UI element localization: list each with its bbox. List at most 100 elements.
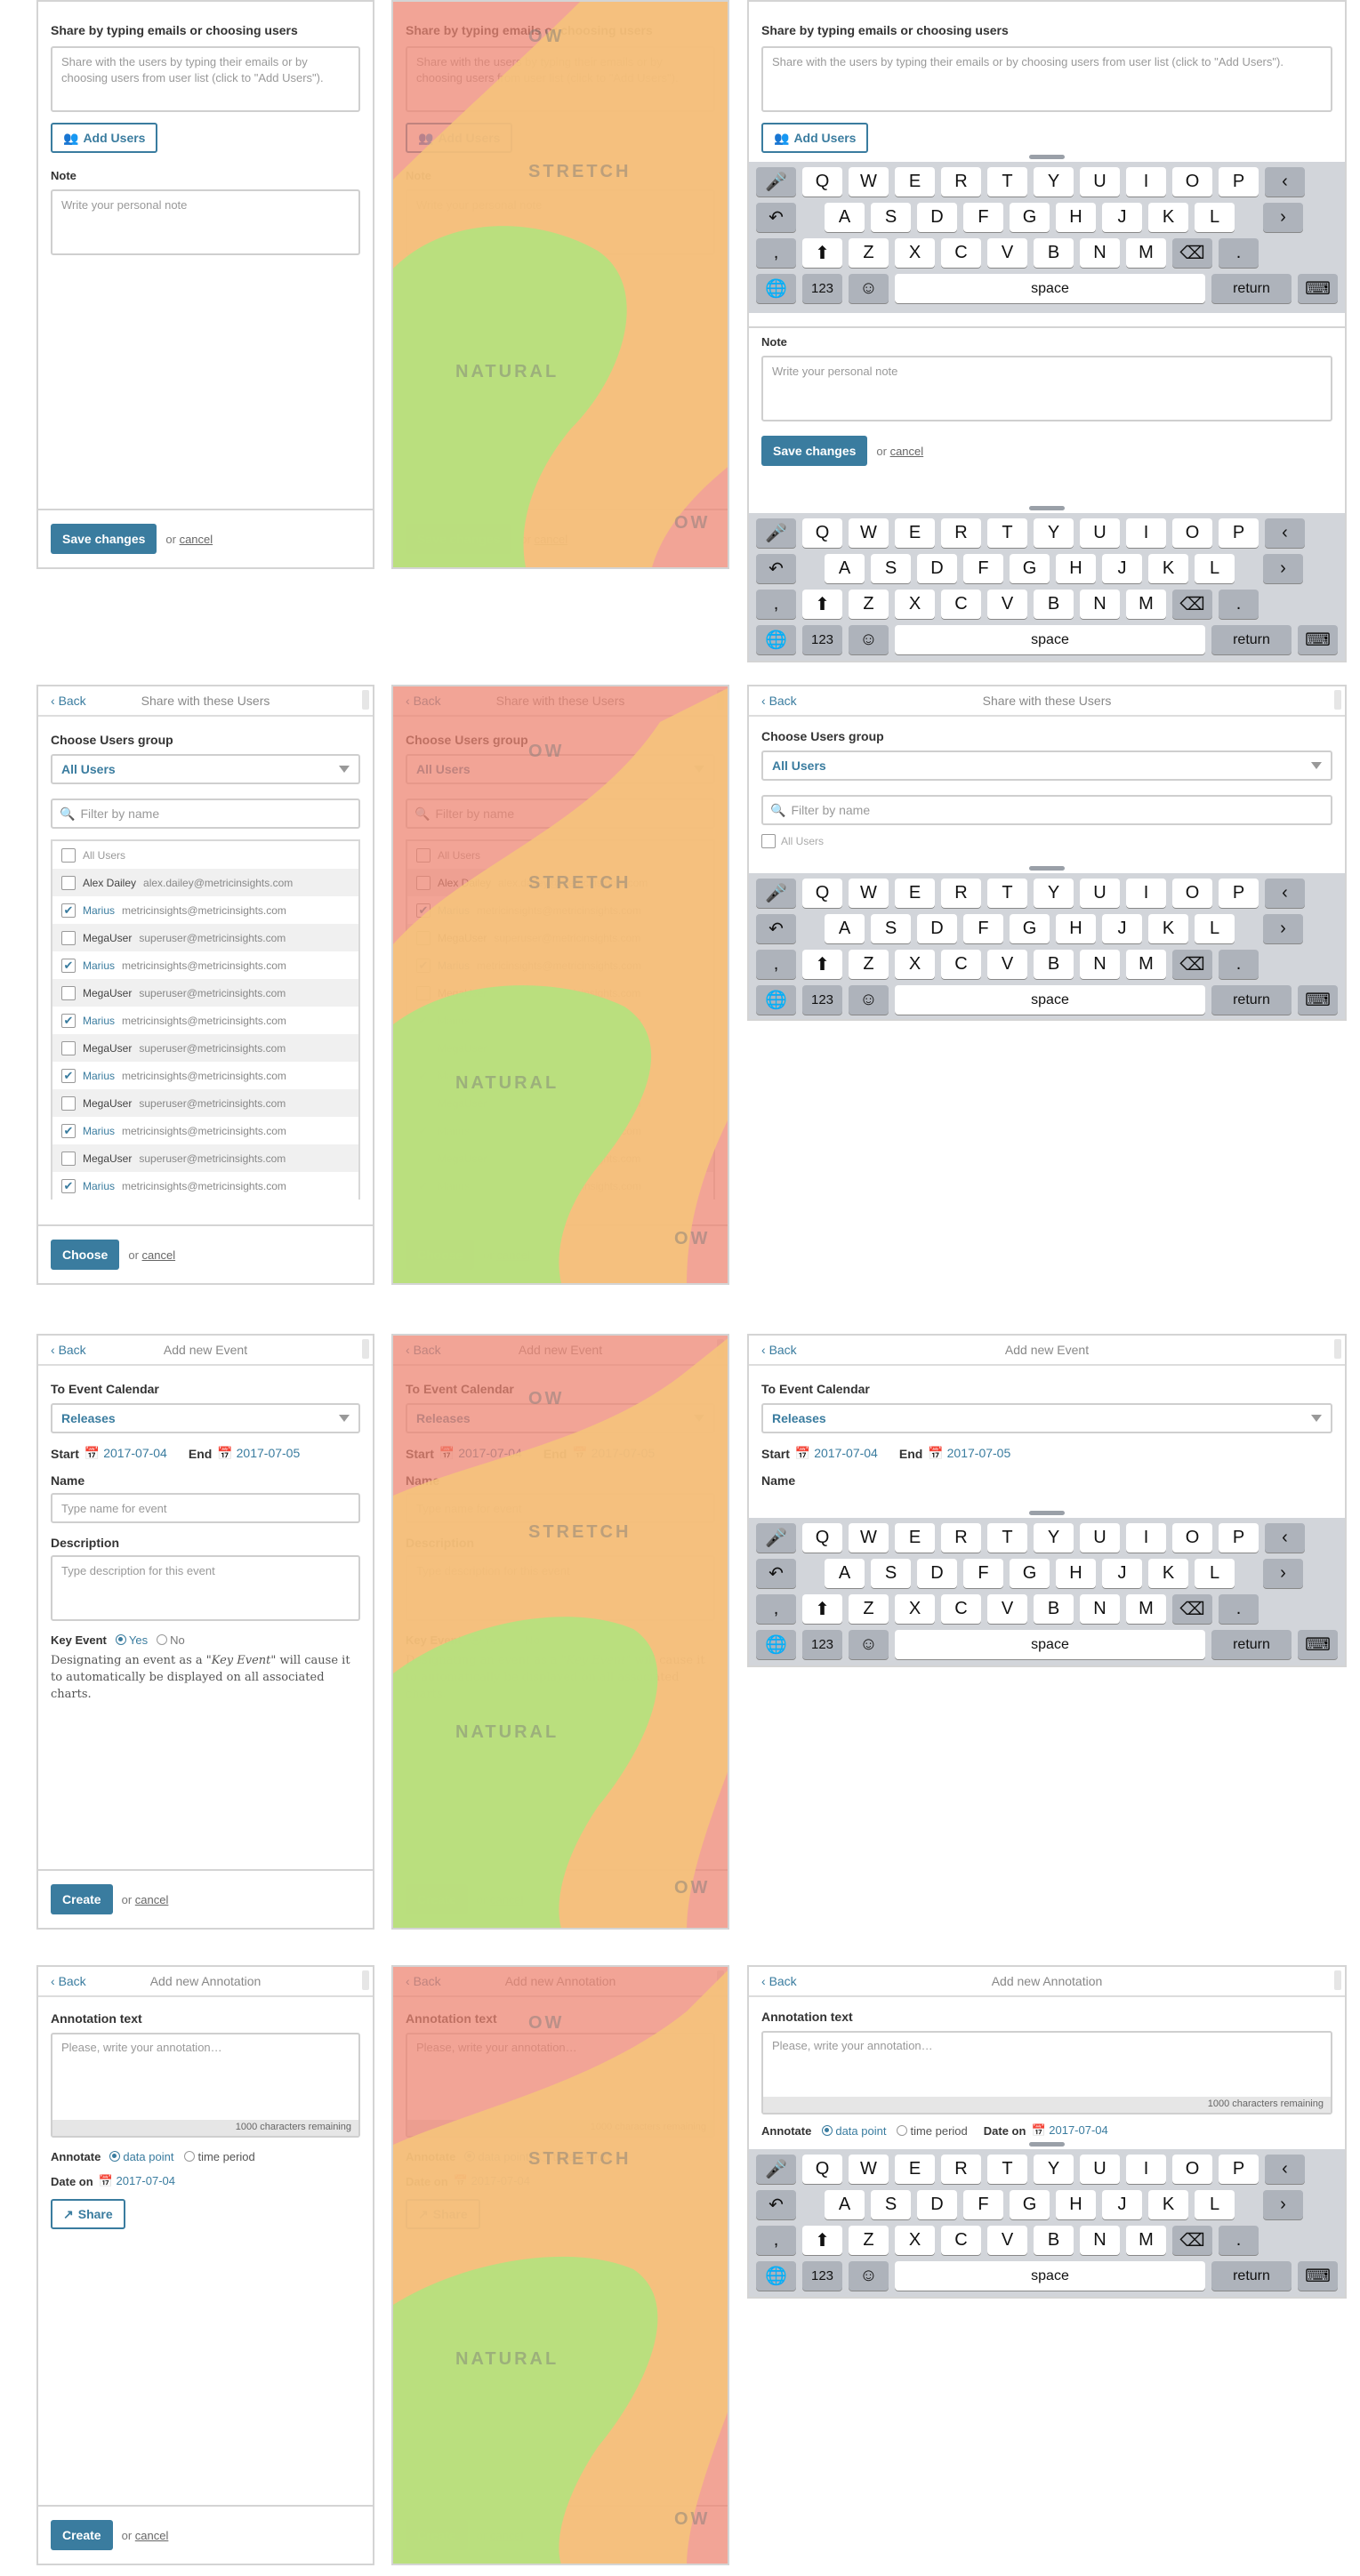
shift-key[interactable]: ⬆ <box>802 950 842 979</box>
key-c[interactable]: C <box>941 950 981 979</box>
key-o[interactable]: O <box>1172 518 1212 548</box>
key-a[interactable]: A <box>825 914 865 943</box>
key-n[interactable]: N <box>1080 238 1120 268</box>
cancel-link[interactable]: cancel <box>535 533 568 546</box>
key-u[interactable]: U <box>1080 518 1120 548</box>
key-t[interactable]: T <box>987 2155 1027 2184</box>
key-l[interactable]: L <box>1195 914 1235 943</box>
globe-key[interactable]: 🌐 <box>756 985 796 1015</box>
key-j[interactable]: J <box>1102 203 1142 232</box>
create-button[interactable]: Create <box>406 1884 468 1914</box>
data-point-radio[interactable]: data point <box>822 2124 886 2138</box>
key-event-no-radio[interactable]: No <box>157 1633 185 1647</box>
key-w[interactable]: W <box>849 1523 889 1553</box>
arrow-left-key[interactable]: ‹ <box>1265 518 1305 548</box>
key-c[interactable]: C <box>941 2226 981 2255</box>
backspace-key[interactable]: ⌫ <box>1172 238 1212 268</box>
comma-key[interactable]: , <box>756 1594 796 1624</box>
key-m[interactable]: M <box>1126 590 1166 619</box>
user-row[interactable]: ✔ Marius metricinsights@metricinsights.com <box>52 1172 358 1200</box>
key-i[interactable]: I <box>1126 2155 1166 2184</box>
date-picker[interactable]: 📅 2017-07-04 <box>99 2174 175 2188</box>
checkbox[interactable]: ✔ <box>61 1068 76 1083</box>
numbers-key[interactable]: 123 <box>802 1630 842 1659</box>
key-v[interactable]: V <box>987 950 1027 979</box>
cancel-link[interactable]: cancel <box>135 1893 169 1906</box>
name-input[interactable]: Type name for event <box>406 1493 715 1523</box>
key-k[interactable]: K <box>1148 914 1188 943</box>
user-row[interactable]: ✔ Marius metricinsights@metricinsights.com <box>407 1172 713 1200</box>
checkbox[interactable]: ✔ <box>416 958 431 973</box>
period-key[interactable]: . <box>1219 238 1259 268</box>
checkbox[interactable] <box>61 1095 76 1111</box>
arrow-left-key[interactable]: ‹ <box>1265 1523 1305 1553</box>
create-button[interactable]: Create <box>51 2520 113 2550</box>
back-button[interactable]: ‹ Back <box>51 1974 86 1988</box>
calendar-select[interactable]: Releases <box>51 1403 360 1433</box>
cancel-link[interactable]: cancel <box>890 445 924 458</box>
arrow-left-key[interactable]: ‹ <box>1265 2155 1305 2184</box>
back-button[interactable]: ‹ Back <box>406 1974 441 1988</box>
key-h[interactable]: H <box>1056 203 1096 232</box>
return-key[interactable]: return <box>1211 274 1292 303</box>
key-d[interactable]: D <box>917 203 957 232</box>
key-g[interactable]: G <box>1010 2190 1050 2219</box>
checkbox[interactable] <box>416 847 431 863</box>
key-a[interactable]: A <box>825 203 865 232</box>
key-d[interactable]: D <box>917 914 957 943</box>
user-row[interactable]: MegaUser superuser@metricinsights.com <box>407 979 713 1007</box>
arrow-right-key[interactable]: › <box>1263 2190 1303 2219</box>
key-v[interactable]: V <box>987 1594 1027 1624</box>
key-x[interactable]: X <box>895 950 935 979</box>
numbers-key[interactable]: 123 <box>802 985 842 1015</box>
checkbox[interactable]: ✔ <box>416 1013 431 1028</box>
key-f[interactable]: F <box>963 914 1003 943</box>
date-picker[interactable]: 📅 2017-07-04 <box>454 2174 530 2188</box>
onscreen-keyboard[interactable]: 🎤 Q W E R T Y U I O P ‹ ↶ A S D F G H J K L ›, ⬆ Z X C V B N M ⌫. 🌐 123 ☺ s… <box>749 2142 1345 2297</box>
key-n[interactable]: N <box>1080 950 1120 979</box>
user-row[interactable]: ✔ Marius metricinsights@metricinsights.com <box>407 1117 713 1144</box>
key-r[interactable]: R <box>941 879 981 908</box>
shift-key[interactable]: ⬆ <box>802 1594 842 1624</box>
share-button[interactable]: ↗ Share <box>51 2199 125 2229</box>
key-r[interactable]: R <box>941 167 981 197</box>
user-row[interactable]: ✔ Marius metricinsights@metricinsights.com <box>52 1062 358 1089</box>
key-a[interactable]: A <box>825 554 865 583</box>
note-input[interactable]: Write your personal note <box>761 356 1332 421</box>
key-v[interactable]: V <box>987 2226 1027 2255</box>
key-h[interactable]: H <box>1056 914 1096 943</box>
key-t[interactable]: T <box>987 1523 1027 1553</box>
key-y[interactable]: Y <box>1034 167 1074 197</box>
arrow-right-key[interactable]: › <box>1263 914 1303 943</box>
key-f[interactable]: F <box>963 203 1003 232</box>
checkbox[interactable]: ✔ <box>416 1068 431 1083</box>
key-l[interactable]: L <box>1195 2190 1235 2219</box>
key-u[interactable]: U <box>1080 1523 1120 1553</box>
emoji-key[interactable]: ☺ <box>849 2261 889 2291</box>
key-o[interactable]: O <box>1172 167 1212 197</box>
key-y[interactable]: Y <box>1034 518 1074 548</box>
key-q[interactable]: Q <box>802 167 842 197</box>
create-button[interactable]: Create <box>406 2520 468 2550</box>
user-row[interactable]: MegaUser superuser@metricinsights.com <box>407 924 713 951</box>
share-input[interactable]: Share with the users by typing their ema… <box>406 46 715 112</box>
back-button[interactable]: ‹ Back <box>761 1974 797 1988</box>
key-a[interactable]: A <box>825 2190 865 2219</box>
key-m[interactable]: M <box>1126 950 1166 979</box>
user-row[interactable]: MegaUser superuser@metricinsights.com <box>52 1089 358 1117</box>
numbers-key[interactable]: 123 <box>802 274 842 303</box>
add-users-button[interactable]: 👥 Add Users <box>761 123 869 153</box>
key-w[interactable]: W <box>849 167 889 197</box>
key-s[interactable]: S <box>871 203 911 232</box>
key-v[interactable]: V <box>987 590 1027 619</box>
globe-key[interactable]: 🌐 <box>756 274 796 303</box>
key-s[interactable]: S <box>871 2190 911 2219</box>
user-row[interactable]: ✔ Marius metricinsights@metricinsights.com <box>52 951 358 979</box>
emoji-key[interactable]: ☺ <box>849 625 889 654</box>
key-p[interactable]: P <box>1219 2155 1259 2184</box>
back-button[interactable]: ‹ Back <box>51 694 86 708</box>
checkbox[interactable]: ✔ <box>61 958 76 973</box>
share-button[interactable]: ↗ Share <box>406 2199 480 2229</box>
user-row[interactable]: MegaUser superuser@metricinsights.com <box>407 1034 713 1062</box>
key-u[interactable]: U <box>1080 167 1120 197</box>
